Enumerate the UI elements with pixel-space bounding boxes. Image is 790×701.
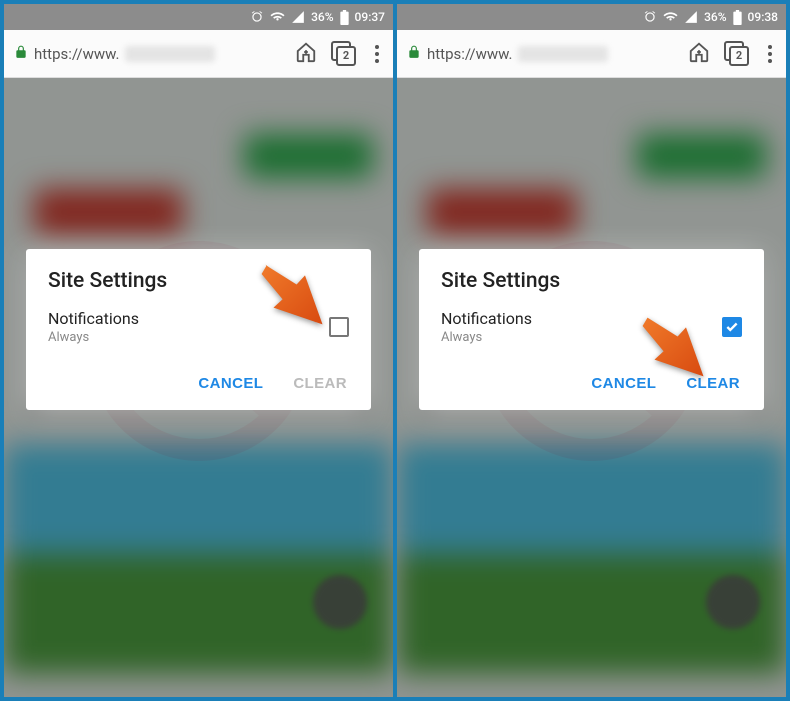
url-field[interactable]: https://www. bbox=[14, 30, 281, 77]
battery-percent: 36% bbox=[704, 10, 726, 24]
browser-url-bar: https://www. 2 bbox=[4, 30, 393, 78]
site-settings-dialog: Site Settings Notifications Always CANCE… bbox=[26, 249, 371, 410]
notifications-sublabel: Always bbox=[441, 330, 722, 345]
notifications-sublabel: Always bbox=[48, 330, 329, 345]
wifi-icon bbox=[270, 10, 285, 24]
notifications-checkbox[interactable] bbox=[722, 317, 742, 337]
notifications-row[interactable]: Notifications Always bbox=[441, 309, 742, 345]
lock-icon bbox=[14, 44, 28, 64]
battery-icon bbox=[340, 10, 349, 25]
signal-icon bbox=[684, 10, 698, 24]
notifications-checkbox[interactable] bbox=[329, 317, 349, 337]
tabs-button[interactable]: 2 bbox=[331, 41, 357, 67]
dialog-title: Site Settings bbox=[48, 269, 349, 293]
cancel-button[interactable]: CANCEL bbox=[589, 369, 658, 398]
alarm-icon bbox=[643, 10, 657, 24]
screenshot-right: 36% 09:38 https://www. 2 Site Settings N… bbox=[397, 4, 786, 697]
lock-icon bbox=[407, 44, 421, 64]
url-text: https://www. bbox=[427, 45, 512, 63]
overflow-menu-icon[interactable] bbox=[371, 45, 383, 63]
cancel-button[interactable]: CANCEL bbox=[196, 369, 265, 398]
tab-count: 2 bbox=[336, 46, 356, 66]
home-icon[interactable] bbox=[295, 41, 317, 67]
home-icon[interactable] bbox=[688, 41, 710, 67]
tabs-button[interactable]: 2 bbox=[724, 41, 750, 67]
status-bar: 36% 09:37 bbox=[4, 4, 393, 30]
notifications-row[interactable]: Notifications Always bbox=[48, 309, 349, 345]
tab-count: 2 bbox=[729, 46, 749, 66]
battery-percent: 36% bbox=[311, 10, 333, 24]
dialog-title: Site Settings bbox=[441, 269, 742, 293]
clock-time: 09:37 bbox=[355, 10, 385, 24]
status-bar: 36% 09:38 bbox=[397, 4, 786, 30]
url-hidden-part bbox=[125, 46, 215, 62]
browser-url-bar: https://www. 2 bbox=[397, 30, 786, 78]
notifications-label: Notifications bbox=[441, 309, 722, 328]
clear-button[interactable]: CLEAR bbox=[291, 369, 349, 398]
signal-icon bbox=[291, 10, 305, 24]
clock-time: 09:38 bbox=[748, 10, 778, 24]
notifications-label: Notifications bbox=[48, 309, 329, 328]
url-field[interactable]: https://www. bbox=[407, 30, 674, 77]
wifi-icon bbox=[663, 10, 678, 24]
clear-button[interactable]: CLEAR bbox=[684, 369, 742, 398]
battery-icon bbox=[733, 10, 742, 25]
overflow-menu-icon[interactable] bbox=[764, 45, 776, 63]
site-settings-dialog: Site Settings Notifications Always CANCE… bbox=[419, 249, 764, 410]
screenshot-left: 36% 09:37 https://www. 2 Site Settings N… bbox=[4, 4, 393, 697]
url-hidden-part bbox=[518, 46, 608, 62]
url-text: https://www. bbox=[34, 45, 119, 63]
alarm-icon bbox=[250, 10, 264, 24]
